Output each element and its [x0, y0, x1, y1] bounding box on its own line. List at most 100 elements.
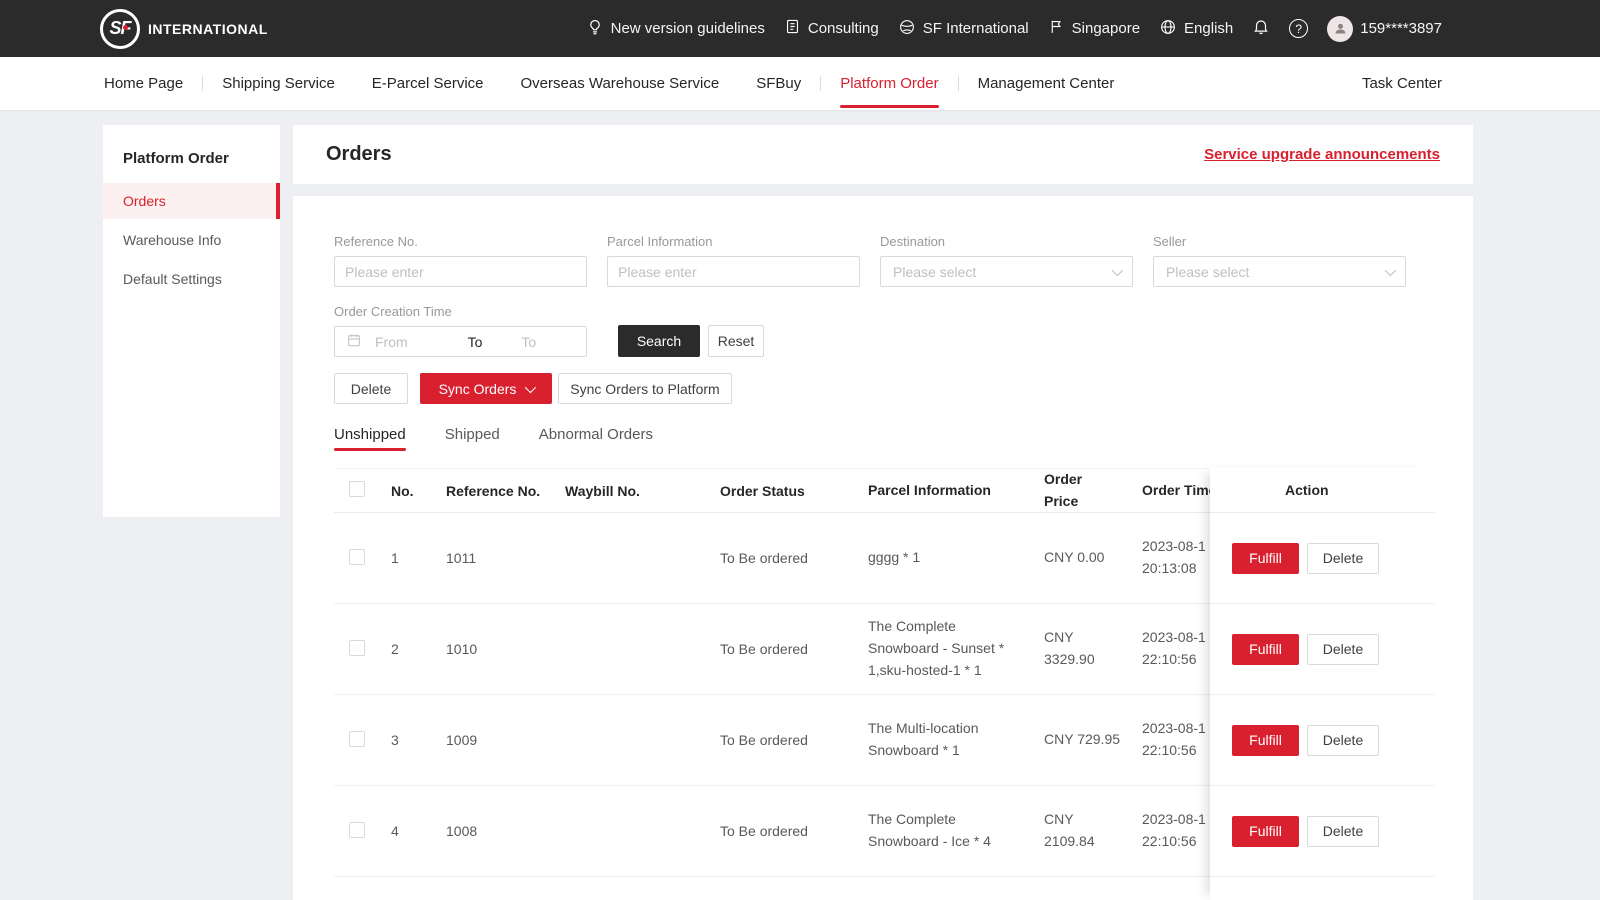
- language-selector[interactable]: English: [1159, 18, 1233, 40]
- col-reference-no: Reference No.: [446, 483, 565, 499]
- nav-shipping-service[interactable]: Shipping Service: [222, 57, 335, 110]
- row-actions: Fulfill Delete: [1210, 786, 1435, 877]
- row-actions: Fulfill Delete: [1210, 695, 1435, 786]
- nav-sfbuy[interactable]: SFBuy: [756, 57, 801, 110]
- cell-order-status: To Be ordered: [720, 732, 868, 748]
- reset-button[interactable]: Reset: [708, 325, 764, 357]
- cell-parcel-information: The Complete Snowboard - Ice * 4: [868, 809, 1044, 852]
- sidebar-item-default-settings[interactable]: Default Settings: [103, 261, 280, 297]
- sidebar-item-orders[interactable]: Orders: [103, 183, 280, 219]
- region-selector[interactable]: Singapore: [1048, 18, 1140, 39]
- cell-order-status: To Be ordered: [720, 823, 868, 839]
- cell-no: 4: [391, 823, 446, 839]
- page-title: Orders: [326, 143, 392, 166]
- cell-order-status: To Be ordered: [720, 550, 868, 566]
- topbar: SF INTERNATIONAL New version guidelines …: [0, 0, 1600, 57]
- cell-order-price: CNY 3329.90: [1044, 627, 1142, 670]
- cell-order-price: CNY 0.00: [1044, 547, 1142, 569]
- col-order-price: Order Price: [1044, 469, 1142, 512]
- cell-reference-no: 1011: [446, 550, 565, 566]
- select-all-checkbox[interactable]: [349, 481, 365, 497]
- new-version-guidelines-link[interactable]: New version guidelines: [586, 18, 765, 40]
- region-label: Singapore: [1072, 20, 1140, 37]
- date-range-separator: To: [468, 334, 483, 350]
- fulfill-button[interactable]: Fulfill: [1232, 543, 1299, 574]
- new-version-guidelines-label: New version guidelines: [611, 20, 765, 37]
- nav-divider: [202, 76, 203, 91]
- nav-divider: [958, 76, 959, 91]
- order-tabs: Unshipped Shipped Abnormal Orders: [334, 417, 692, 451]
- calendar-icon: [346, 332, 362, 351]
- sf-international-label: SF International: [923, 20, 1029, 37]
- row-delete-button[interactable]: Delete: [1307, 816, 1379, 847]
- cell-parcel-information: gggg * 1: [868, 547, 1044, 569]
- filter-destination: Destination Please select: [880, 234, 1133, 287]
- sidebar: Platform Order Orders Warehouse Info Def…: [103, 125, 280, 517]
- fixed-action-column: Action Fulfill Delete Fulfill Delete Ful…: [1210, 468, 1435, 900]
- date-to-placeholder: To: [482, 334, 575, 350]
- consulting-link[interactable]: Consulting: [784, 18, 879, 39]
- cell-order-price: CNY 729.95: [1044, 729, 1142, 751]
- cell-parcel-information: The Complete Snowboard - Sunset * 1,sku-…: [868, 616, 1044, 681]
- row-actions: Fulfill Delete: [1210, 513, 1435, 604]
- sync-orders-to-platform-button[interactable]: Sync Orders to Platform: [558, 373, 732, 404]
- language-label: English: [1184, 20, 1233, 37]
- parcel-information-label: Parcel Information: [607, 234, 860, 249]
- notifications-button[interactable]: [1252, 18, 1270, 40]
- reference-no-input[interactable]: [334, 256, 587, 287]
- parcel-information-input[interactable]: [607, 256, 860, 287]
- cell-reference-no: 1010: [446, 641, 565, 657]
- flag-icon: [1048, 18, 1065, 39]
- row-delete-button[interactable]: Delete: [1307, 543, 1379, 574]
- sync-orders-button[interactable]: Sync Orders: [420, 373, 552, 404]
- tab-shipped[interactable]: Shipped: [445, 417, 500, 451]
- cell-reference-no: 1008: [446, 823, 565, 839]
- fulfill-button[interactable]: Fulfill: [1232, 725, 1299, 756]
- delete-button[interactable]: Delete: [334, 373, 408, 404]
- chevron-down-icon: [1385, 264, 1396, 275]
- nav-home-page[interactable]: Home Page: [104, 57, 183, 110]
- sf-logo[interactable]: SF INTERNATIONAL: [100, 9, 268, 49]
- user-account[interactable]: 159****3897: [1327, 16, 1442, 42]
- row-checkbox[interactable]: [349, 549, 365, 565]
- fulfill-button[interactable]: Fulfill: [1232, 816, 1299, 847]
- consulting-label: Consulting: [808, 20, 879, 37]
- search-button[interactable]: Search: [618, 325, 700, 357]
- row-checkbox[interactable]: [349, 731, 365, 747]
- fulfill-button[interactable]: Fulfill: [1232, 634, 1299, 665]
- user-phone: 159****3897: [1360, 20, 1442, 37]
- page-header: Orders Service upgrade announcements: [293, 125, 1473, 184]
- nav-divider: [820, 76, 821, 91]
- tab-abnormal-orders[interactable]: Abnormal Orders: [539, 417, 653, 451]
- tab-unshipped[interactable]: Unshipped: [334, 417, 406, 451]
- destination-select[interactable]: Please select: [880, 256, 1133, 287]
- row-checkbox[interactable]: [349, 640, 365, 656]
- service-upgrade-announcements-link[interactable]: Service upgrade announcements: [1204, 146, 1440, 163]
- sidebar-item-warehouse-info[interactable]: Warehouse Info: [103, 222, 280, 258]
- row-checkbox[interactable]: [349, 822, 365, 838]
- bell-icon: [1252, 18, 1270, 40]
- chevron-down-icon: [1112, 264, 1123, 275]
- sf-international-link[interactable]: SF International: [898, 18, 1029, 40]
- help-icon: ?: [1289, 19, 1308, 38]
- seller-select[interactable]: Please select: [1153, 256, 1406, 287]
- sidebar-title: Platform Order: [103, 125, 280, 180]
- nav-overseas-warehouse-service[interactable]: Overseas Warehouse Service: [521, 57, 720, 110]
- seller-label: Seller: [1153, 234, 1406, 249]
- nav-task-center[interactable]: Task Center: [1362, 75, 1442, 92]
- filter-parcel-information: Parcel Information: [607, 234, 860, 287]
- date-from-placeholder: From: [362, 334, 468, 350]
- col-no: No.: [391, 483, 446, 499]
- row-delete-button[interactable]: Delete: [1307, 725, 1379, 756]
- nav-management-center[interactable]: Management Center: [978, 57, 1115, 110]
- order-creation-time-range[interactable]: From To To: [334, 326, 587, 357]
- help-button[interactable]: ?: [1289, 19, 1308, 38]
- nav-platform-order[interactable]: Platform Order: [840, 57, 938, 110]
- nav-e-parcel-service[interactable]: E-Parcel Service: [372, 57, 484, 110]
- cell-order-price: CNY 2109.84: [1044, 809, 1142, 852]
- reference-no-label: Reference No.: [334, 234, 587, 249]
- filter-order-creation-time: Order Creation Time From To To: [334, 304, 587, 357]
- cell-reference-no: 1009: [446, 732, 565, 748]
- sf-logo-icon: SF: [100, 9, 140, 49]
- row-delete-button[interactable]: Delete: [1307, 634, 1379, 665]
